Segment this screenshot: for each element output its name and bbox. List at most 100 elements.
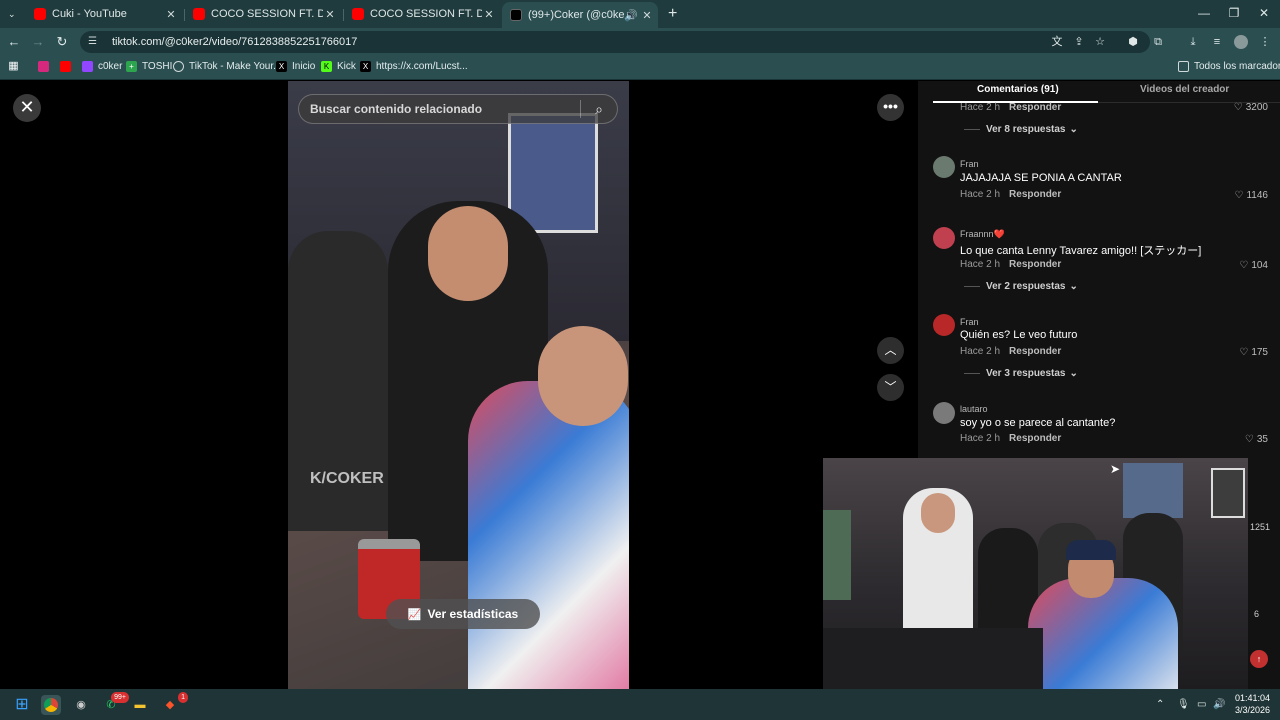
bookmark-tiktok[interactable]: TikTok - Make Your... <box>173 61 281 72</box>
scroll-to-top-button[interactable]: ↑ <box>1250 650 1268 668</box>
reply-button[interactable]: Responder <box>1009 102 1061 113</box>
clock-time: 01:41:04 <box>1234 693 1270 703</box>
close-window-icon[interactable]: ✕ <box>1254 6 1274 20</box>
forward-arrow-icon[interactable]: → <box>30 34 46 49</box>
video-frame-poster <box>508 113 598 233</box>
translate-icon[interactable]: 文 <box>1050 35 1064 49</box>
close-tab-icon[interactable]: ✕ <box>323 8 337 21</box>
related-search-input[interactable]: Buscar contenido relacionado ⌕ <box>298 94 618 124</box>
like-value: 3200 <box>1245 102 1268 113</box>
restore-icon[interactable]: ❐ <box>1224 6 1244 20</box>
like-value: 104 <box>1251 260 1268 271</box>
speaker-icon[interactable]: 🔊 <box>624 9 638 22</box>
bookmark-youtube[interactable] <box>60 61 76 72</box>
x-icon: X <box>276 61 287 72</box>
youtube-icon <box>34 8 46 20</box>
chart-line-icon: 📈 <box>407 608 422 621</box>
more-options-button[interactable]: ••• <box>877 94 904 121</box>
tab-cuki-youtube[interactable]: Cuki - YouTube ✕ <box>26 4 182 24</box>
volume-icon[interactable]: 🔊 <box>1213 699 1225 710</box>
close-tab-icon[interactable]: ✕ <box>482 8 496 21</box>
obs-taskbar-icon[interactable]: ◉ <box>71 695 91 715</box>
close-tab-icon[interactable]: ✕ <box>164 8 178 21</box>
chevron-down-icon: ⌄ <box>1069 281 1078 292</box>
bookmark-instagram[interactable] <box>38 61 54 72</box>
bookmark-x-lucst[interactable]: Xhttps://x.com/Lucst... <box>360 61 468 72</box>
bookmark-kick[interactable]: K Kick <box>321 61 356 72</box>
video-frame-head <box>538 326 628 426</box>
shield-icon[interactable]: ⬢ <box>1126 35 1140 49</box>
video-player[interactable]: Buscar contenido relacionado ⌕ K/COKER 📈… <box>288 81 629 689</box>
bookmark-toshi[interactable]: + TOSHI <box>126 61 172 72</box>
avatar[interactable] <box>933 227 955 249</box>
whatsapp-taskbar-icon[interactable]: ✆ 99+ <box>101 692 129 715</box>
bookmark-label: c0ker <box>98 61 123 72</box>
comment-text: soy yo o se parece al cantante? <box>960 417 1116 429</box>
address-bar[interactable]: ☰ tiktok.com/@c0ker2/video/7612838852251… <box>80 31 1150 53</box>
reply-button[interactable]: Responder <box>1009 346 1061 357</box>
like-count[interactable]: ♡ 3200 <box>1234 102 1268 113</box>
like-count[interactable]: ♡ 35 <box>1245 434 1268 445</box>
reading-list-icon[interactable]: ≡ <box>1210 35 1224 49</box>
avatar[interactable] <box>933 314 955 336</box>
download-icon[interactable]: ⤓ <box>1186 35 1200 49</box>
avatar[interactable] <box>933 402 955 424</box>
tab-coco-session-2[interactable]: COCO SESSION FT. Duki #2 - Yo ✕ <box>344 4 500 24</box>
youtube-icon <box>352 8 364 20</box>
reply-button[interactable]: Responder <box>1009 259 1061 270</box>
next-video-button[interactable]: ﹀ <box>877 374 904 401</box>
bookmark-inicio[interactable]: X Inicio <box>276 61 315 72</box>
chrome-taskbar-icon[interactable] <box>41 695 61 715</box>
close-tab-icon[interactable]: ✕ <box>640 9 654 22</box>
install-app-icon[interactable]: ⇪ <box>1072 35 1086 49</box>
video-frame-head <box>428 206 508 301</box>
bookmark-star-icon[interactable]: ☆ <box>1093 35 1107 49</box>
view-replies-button[interactable]: Ver 3 respuestas ⌄ <box>964 368 1078 379</box>
bookmark-c0ker[interactable]: c0ker <box>82 61 122 72</box>
minimize-icon[interactable]: — <box>1194 6 1214 20</box>
windows-taskbar: ⊞ ◉ ✆ 99+ ▬ ◆ 1 ⌃ 🎙 ▭ 🔊 01:41:04 3/3/2026 <box>0 689 1280 720</box>
view-replies-button[interactable]: Ver 2 respuestas ⌄ <box>964 281 1078 292</box>
tab-creator-videos[interactable]: Videos del creador <box>1140 84 1229 95</box>
microphone-icon[interactable]: 🎙 <box>1177 699 1190 710</box>
tab-search-button[interactable]: ⌄ <box>0 4 24 24</box>
tab-tiktok-coker[interactable]: (99+)Coker (@c0ker2) | Tik 🔊 ✕ <box>502 2 658 28</box>
reply-button[interactable]: Responder <box>1009 433 1061 444</box>
extensions-icon[interactable]: ⧉ <box>1151 35 1165 49</box>
new-tab-button[interactable]: + <box>660 4 682 24</box>
tab-comments[interactable]: Comentarios (91) <box>977 84 1059 95</box>
site-info-icon[interactable]: ☰ <box>88 36 104 48</box>
view-replies-button[interactable]: Ver 8 respuestas ⌄ <box>964 124 1078 135</box>
all-bookmarks-folder[interactable]: Todos los marcadores <box>1178 61 1280 72</box>
previous-video-button[interactable]: ︿ <box>877 337 904 364</box>
search-icon[interactable]: ⌕ <box>581 101 617 118</box>
bookmarks-bar: ▦ c0ker + TOSHI TikTok - Make Your... X In… <box>0 56 1280 80</box>
chevron-up-icon[interactable]: ⌃ <box>1156 699 1164 710</box>
comment-username[interactable]: Fran <box>960 159 979 169</box>
heart-icon: ♡ <box>1234 190 1244 201</box>
brave-taskbar-icon[interactable]: ◆ 1 <box>160 692 188 715</box>
reload-icon[interactable]: ↻ <box>54 34 70 50</box>
comment-username[interactable]: lautaro <box>960 404 988 414</box>
comment-username[interactable]: Fran <box>960 317 979 327</box>
heart-icon: ♡ <box>1239 347 1249 358</box>
reply-button[interactable]: Responder <box>1009 189 1061 200</box>
file-explorer-icon[interactable]: ▬ <box>130 695 150 715</box>
view-stats-button[interactable]: 📈 Ver estadísticas <box>386 599 540 629</box>
back-arrow-icon[interactable]: ← <box>6 34 22 49</box>
profile-avatar[interactable] <box>1234 35 1248 49</box>
like-count[interactable]: ♡ 175 <box>1239 347 1268 358</box>
like-count[interactable]: ♡ 1146 <box>1235 190 1268 201</box>
avatar[interactable] <box>933 156 955 178</box>
network-icon[interactable]: ▭ <box>1197 699 1206 710</box>
close-video-button[interactable]: ✕ <box>13 94 41 122</box>
windows-start-icon[interactable]: ⊞ <box>12 695 32 715</box>
arrow-up-icon: ↑ <box>1256 654 1262 664</box>
system-clock[interactable]: 01:41:04 3/3/2026 <box>1226 692 1270 716</box>
heart-icon: ♡ <box>1244 434 1254 445</box>
apps-grid-icon[interactable]: ▦ <box>8 61 24 72</box>
tab-coco-session-1[interactable]: COCO SESSION FT. Duki #2 - Yo ✕ <box>185 4 341 24</box>
menu-kebab-icon[interactable]: ⋮ <box>1258 35 1272 49</box>
comment-username[interactable]: Fraannn❤️ <box>960 229 1005 240</box>
like-count[interactable]: ♡ 104 <box>1239 260 1268 271</box>
